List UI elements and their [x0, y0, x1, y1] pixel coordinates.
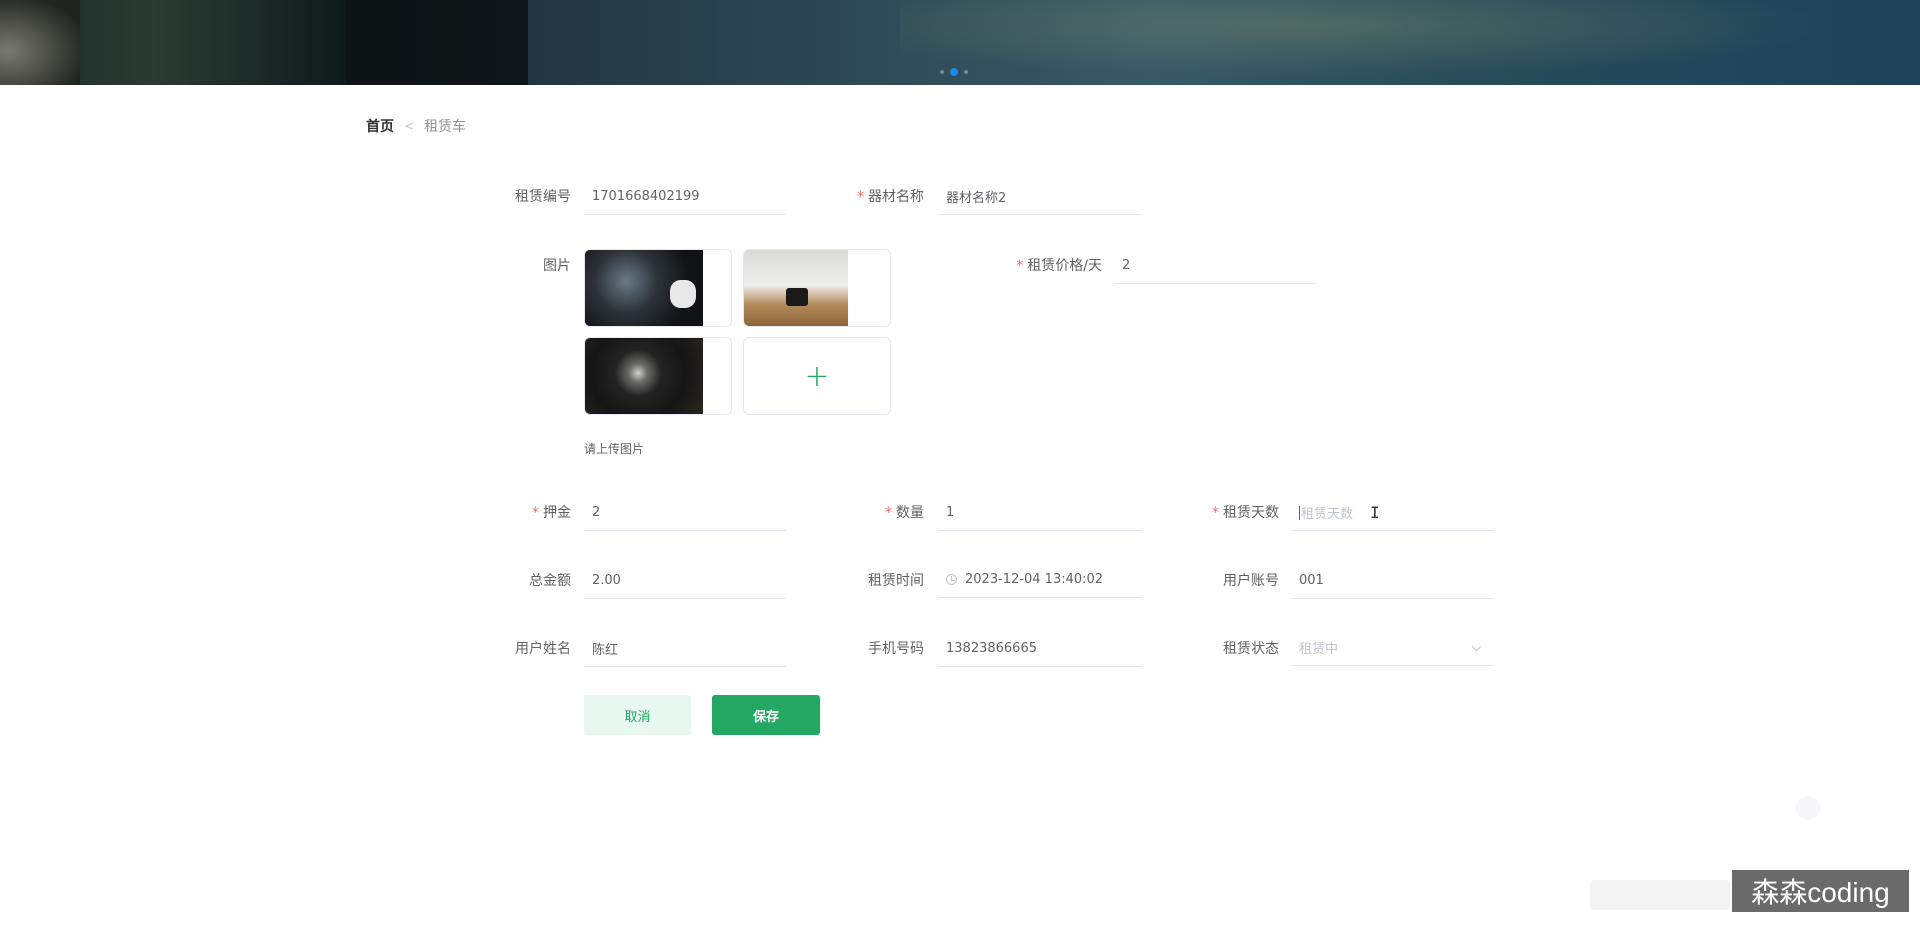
required-mark: *	[1016, 258, 1024, 274]
rental-status-select[interactable]: 租赁中	[1291, 630, 1494, 666]
user-account-input[interactable]: 001	[1291, 563, 1494, 599]
rental-days-input[interactable]: 租赁天数	[1291, 495, 1494, 531]
breadcrumb-home[interactable]: 首页	[366, 116, 394, 136]
breadcrumb-separator: <	[404, 119, 415, 133]
required-mark: *	[885, 505, 892, 521]
carousel-dot-3[interactable]	[964, 70, 968, 74]
breadcrumb: 首页 < 租赁车	[366, 116, 466, 136]
rental-no-label: 租赁编号	[515, 189, 571, 205]
blurred-overlay	[1590, 880, 1730, 910]
required-mark: *	[1212, 505, 1219, 521]
lens-photo	[585, 338, 703, 414]
image-thumb-1[interactable]	[584, 249, 732, 327]
total-amount-input[interactable]: 2.00	[584, 563, 786, 599]
rental-time-label: 租赁时间	[868, 573, 924, 589]
text-caret	[1299, 505, 1300, 520]
user-name-input[interactable]: 陈红	[584, 631, 786, 667]
banner-image-dark-block	[346, 0, 528, 85]
banner-image-rock	[0, 0, 80, 85]
floating-action-button[interactable]	[1796, 796, 1820, 820]
user-account-label: 用户账号	[1223, 573, 1279, 589]
top-banner-carousel	[0, 0, 1920, 85]
cancel-button[interactable]: 取消	[584, 695, 691, 735]
rental-status-label: 租赁状态	[1223, 641, 1279, 657]
camera-rig-photo	[585, 250, 703, 326]
save-button[interactable]: 保存	[712, 695, 820, 735]
rental-time-value: 2023-12-04 13:40:02	[965, 572, 1104, 587]
deposit-input[interactable]: 2	[584, 495, 786, 531]
price-per-day-input[interactable]: 2	[1114, 248, 1316, 284]
breadcrumb-current: 租赁车	[424, 119, 467, 135]
equipment-name-label: * 器材名称	[857, 189, 924, 205]
chevron-down-icon	[1471, 641, 1482, 652]
phone-input[interactable]: 13823866665	[938, 631, 1142, 667]
camera-studio-photo	[744, 250, 848, 326]
user-name-label: 用户姓名	[515, 641, 571, 657]
rental-no-input[interactable]: 1701668402199	[584, 179, 786, 215]
phone-label: 手机号码	[868, 641, 924, 657]
rental-status-value: 租赁中	[1299, 642, 1339, 657]
carousel-dot-2[interactable]	[950, 68, 958, 76]
rental-time-picker[interactable]: 2023-12-04 13:40:02	[938, 562, 1142, 598]
images-label: 图片	[543, 258, 571, 274]
equipment-name-input[interactable]: 器材名称2	[938, 179, 1142, 215]
plus-icon: +	[804, 358, 830, 394]
price-per-day-label: * 租赁价格/天	[1016, 258, 1102, 274]
upload-image-button[interactable]: +	[743, 337, 891, 415]
total-amount-label: 总金额	[529, 573, 571, 589]
banner-image-haze	[900, 0, 1920, 85]
watermark: 森森coding	[1732, 870, 1909, 912]
required-mark: *	[532, 505, 539, 521]
text-cursor-icon: I	[1370, 503, 1380, 522]
deposit-label: * 押金	[532, 505, 571, 521]
upload-tip: 请上传图片	[584, 442, 645, 456]
image-thumb-3[interactable]	[584, 337, 732, 415]
clock-icon	[946, 574, 957, 585]
rental-days-label: * 租赁天数	[1212, 505, 1279, 521]
rental-days-placeholder: 租赁天数	[1301, 507, 1354, 522]
required-mark: *	[857, 189, 864, 205]
carousel-dot-1[interactable]	[940, 70, 944, 74]
quantity-input[interactable]: 1	[938, 495, 1142, 531]
image-thumb-2[interactable]	[743, 249, 891, 327]
carousel-indicators	[940, 68, 968, 76]
quantity-label: * 数量	[885, 505, 924, 521]
